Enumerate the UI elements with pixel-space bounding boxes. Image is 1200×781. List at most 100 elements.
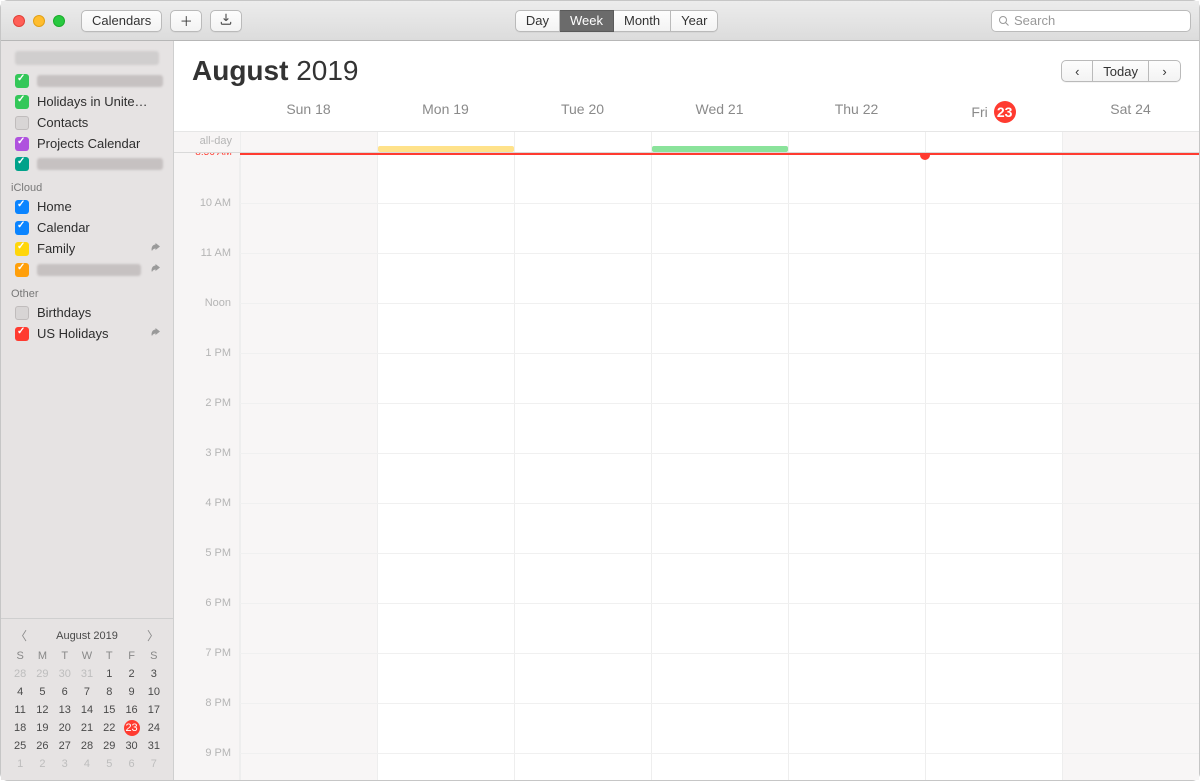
sidebar-item-cal-c[interactable] — [1, 259, 173, 280]
mini-day[interactable]: 7 — [143, 756, 165, 772]
allday-cell[interactable] — [514, 132, 651, 152]
view-day-button[interactable]: Day — [515, 10, 560, 32]
allday-cell[interactable] — [925, 132, 1062, 152]
inbox-button[interactable] — [210, 10, 242, 32]
mini-day[interactable]: 5 — [98, 756, 120, 772]
sidebar-item-calendar[interactable]: Calendar — [1, 217, 173, 238]
sidebar-item-cal-a[interactable] — [1, 71, 173, 91]
sidebar-item-family[interactable]: Family — [1, 238, 173, 259]
search-input[interactable]: Search — [991, 10, 1191, 32]
sidebar-item-birthdays[interactable]: Birthdays — [1, 302, 173, 323]
mini-day[interactable]: 16 — [120, 702, 142, 718]
mini-day[interactable]: 8 — [98, 684, 120, 700]
mini-next-button[interactable]: 〉 — [143, 627, 163, 644]
mini-day[interactable]: 18 — [9, 720, 31, 736]
day-header[interactable]: Fri 23 — [925, 101, 1062, 131]
calendar-checkbox[interactable] — [15, 263, 29, 277]
calendar-checkbox[interactable] — [15, 221, 29, 235]
mini-day[interactable]: 6 — [120, 756, 142, 772]
mini-day[interactable]: 14 — [76, 702, 98, 718]
fullscreen-window-button[interactable] — [53, 15, 65, 27]
day-header[interactable]: Sun 18 — [240, 101, 377, 131]
mini-day[interactable]: 24 — [143, 720, 165, 736]
mini-day[interactable]: 4 — [9, 684, 31, 700]
mini-day[interactable]: 25 — [9, 738, 31, 754]
mini-day[interactable]: 31 — [143, 738, 165, 754]
mini-day[interactable]: 22 — [98, 720, 120, 736]
mini-day[interactable]: 15 — [98, 702, 120, 718]
close-window-button[interactable] — [13, 15, 25, 27]
day-column[interactable] — [651, 153, 788, 780]
day-column[interactable] — [514, 153, 651, 780]
allday-cell[interactable] — [788, 132, 925, 152]
mini-day[interactable]: 30 — [120, 738, 142, 754]
mini-day[interactable]: 29 — [98, 738, 120, 754]
mini-day[interactable]: 12 — [31, 702, 53, 718]
allday-cell[interactable] — [1062, 132, 1199, 152]
mini-day[interactable]: 20 — [54, 720, 76, 736]
mini-day[interactable]: 27 — [54, 738, 76, 754]
today-button[interactable]: Today — [1093, 60, 1149, 82]
sidebar-item-holidays-uk[interactable]: Holidays in Unite… — [1, 91, 173, 112]
sidebar-item-cal-b[interactable] — [1, 154, 173, 174]
mini-day[interactable]: 3 — [54, 756, 76, 772]
mini-day[interactable]: 6 — [54, 684, 76, 700]
mini-day[interactable]: 17 — [143, 702, 165, 718]
day-header[interactable]: Wed 21 — [651, 101, 788, 131]
mini-day[interactable]: 31 — [76, 666, 98, 682]
calendar-checkbox[interactable] — [15, 116, 29, 130]
view-month-button[interactable]: Month — [614, 10, 671, 32]
calendars-button[interactable]: Calendars — [81, 10, 162, 32]
calendar-checkbox[interactable] — [15, 157, 29, 171]
allday-cell[interactable] — [377, 132, 514, 152]
mini-day[interactable]: 29 — [31, 666, 53, 682]
sidebar-item-home[interactable]: Home — [1, 196, 173, 217]
view-year-button[interactable]: Year — [671, 10, 718, 32]
calendar-checkbox[interactable] — [15, 95, 29, 109]
allday-cell[interactable] — [651, 132, 788, 152]
day-header[interactable]: Sat 24 — [1062, 101, 1199, 131]
mini-day[interactable]: 26 — [31, 738, 53, 754]
mini-day[interactable]: 28 — [76, 738, 98, 754]
mini-prev-button[interactable]: 〈 — [11, 627, 31, 644]
allday-event[interactable] — [378, 146, 514, 152]
add-event-button[interactable]: ＋ — [170, 10, 202, 32]
mini-day[interactable]: 9 — [120, 684, 142, 700]
mini-day[interactable]: 1 — [98, 666, 120, 682]
mini-day[interactable]: 19 — [31, 720, 53, 736]
calendar-checkbox[interactable] — [15, 327, 29, 341]
sidebar-item-contacts[interactable]: Contacts — [1, 112, 173, 133]
day-column[interactable] — [788, 153, 925, 780]
mini-day[interactable]: 4 — [76, 756, 98, 772]
mini-day[interactable]: 10 — [143, 684, 165, 700]
calendar-checkbox[interactable] — [15, 137, 29, 151]
day-header[interactable]: Thu 22 — [788, 101, 925, 131]
mini-day[interactable]: 3 — [143, 666, 165, 682]
mini-day[interactable]: 30 — [54, 666, 76, 682]
week-grid[interactable]: 10 AM11 AMNoon1 PM2 PM3 PM4 PM5 PM6 PM7 … — [174, 153, 1199, 780]
minimize-window-button[interactable] — [33, 15, 45, 27]
mini-day[interactable]: 2 — [31, 756, 53, 772]
mini-day[interactable]: 7 — [76, 684, 98, 700]
mini-day[interactable]: 5 — [31, 684, 53, 700]
day-header[interactable]: Mon 19 — [377, 101, 514, 131]
calendar-checkbox[interactable] — [15, 74, 29, 88]
sidebar-item-us-holidays[interactable]: US Holidays — [1, 323, 173, 344]
sidebar-item-projects[interactable]: Projects Calendar — [1, 133, 173, 154]
day-header[interactable]: Tue 20 — [514, 101, 651, 131]
prev-week-button[interactable]: ‹ — [1061, 60, 1093, 82]
calendar-checkbox[interactable] — [15, 242, 29, 256]
mini-day[interactable]: 21 — [76, 720, 98, 736]
next-week-button[interactable]: › — [1149, 60, 1181, 82]
day-column[interactable] — [377, 153, 514, 780]
mini-day[interactable]: 28 — [9, 666, 31, 682]
day-column[interactable] — [1062, 153, 1199, 780]
calendar-checkbox[interactable] — [15, 306, 29, 320]
mini-day[interactable]: 1 — [9, 756, 31, 772]
mini-day[interactable]: 11 — [9, 702, 31, 718]
mini-day[interactable]: 23 — [120, 720, 142, 736]
day-column[interactable] — [240, 153, 377, 780]
calendar-checkbox[interactable] — [15, 200, 29, 214]
mini-day[interactable]: 13 — [54, 702, 76, 718]
day-column[interactable] — [925, 153, 1062, 780]
